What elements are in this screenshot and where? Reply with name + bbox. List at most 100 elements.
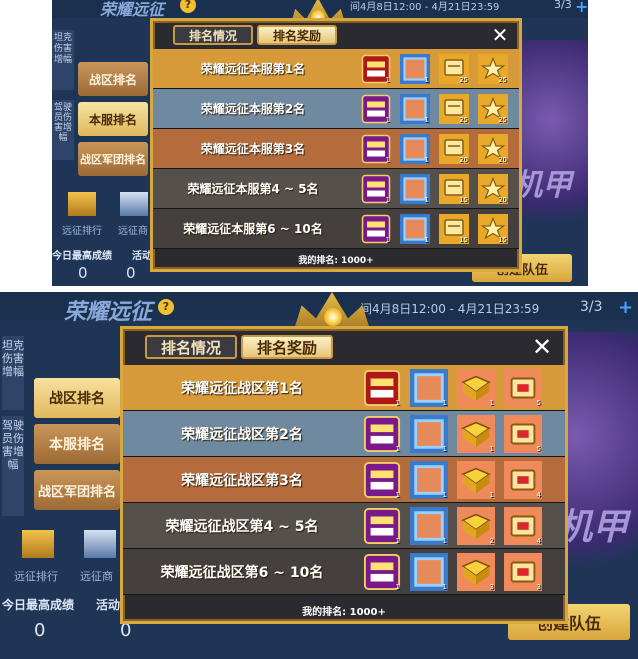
rank-title: 荣耀远征战区第4 ~ 5名 xyxy=(165,518,319,535)
reward-row: 荣耀远征本服第6 ~ 10名 1 1 15 15 xyxy=(153,209,519,249)
reward-count: 1 xyxy=(395,537,400,545)
reward-count: 20 xyxy=(459,156,468,164)
tab-ranking-status[interactable]: 排名情况 xyxy=(173,25,253,45)
reward-count: 25 xyxy=(459,76,468,84)
rank-title: 荣耀远征本服第4 ~ 5名 xyxy=(187,182,319,196)
shop-icon[interactable] xyxy=(84,530,116,558)
book-icon[interactable]: 1 xyxy=(457,415,495,453)
ranking-podium-icon[interactable] xyxy=(68,192,96,216)
mini-label-ranking: 远征排行 xyxy=(62,226,102,237)
reward-items: 1 1 1 5 xyxy=(363,369,542,407)
add-icon[interactable]: + xyxy=(618,297,633,318)
note-icon[interactable]: 15 xyxy=(439,214,469,244)
activity-label: 活动 xyxy=(132,251,152,262)
title-bazhu-icon[interactable]: 1 xyxy=(361,94,391,124)
reward-row: 荣耀远征战区第6 ~ 10名 1 1 3 3 xyxy=(123,549,565,595)
chip-icon[interactable]: 5 xyxy=(504,369,542,407)
reward-count: 5 xyxy=(536,399,541,407)
today-best-value: 0 xyxy=(34,620,46,641)
book-icon[interactable]: 1 xyxy=(457,369,495,407)
my-rank-text: 我的排名: 1000+ xyxy=(302,607,386,618)
reward-count: 1 xyxy=(385,76,390,84)
frame-icon[interactable]: 1 xyxy=(410,461,448,499)
star-icon[interactable]: 20 xyxy=(478,134,508,164)
frame-icon[interactable]: 1 xyxy=(410,369,448,407)
note-icon[interactable]: 15 xyxy=(439,174,469,204)
reward-count: 1 xyxy=(424,196,429,204)
reward-row: 荣耀远征本服第3名 1 1 20 20 xyxy=(153,129,519,169)
frame-icon[interactable]: 1 xyxy=(400,214,430,244)
game-title: 荣耀远征 xyxy=(100,0,165,19)
tab-server-ranking[interactable]: 本服排名 xyxy=(34,424,120,464)
reward-count: 1 xyxy=(395,445,400,453)
driver-damage-buff-label: 驾驶员伤害增幅 xyxy=(2,416,24,516)
reward-items: 1 1 1 5 xyxy=(363,415,542,453)
tab-ranking-rewards[interactable]: 排名奖励 xyxy=(241,335,333,359)
mini-label-shop: 远征商 xyxy=(118,226,148,237)
star-icon[interactable]: 15 xyxy=(478,214,508,244)
title-bazhu-icon[interactable]: 1 xyxy=(361,214,391,244)
tab-ranking-rewards[interactable]: 排名奖励 xyxy=(257,25,337,45)
star-icon[interactable]: 25 xyxy=(478,94,508,124)
title-bazhu-icon[interactable]: 1 xyxy=(361,174,391,204)
page-indicator: 3/3 xyxy=(554,0,572,11)
frame-icon[interactable]: 1 xyxy=(410,507,448,545)
reward-count: 4 xyxy=(536,491,541,499)
title-bazhu-icon[interactable]: 1 xyxy=(363,553,401,591)
tab-zone-legion-ranking[interactable]: 战区军团排名 xyxy=(78,142,148,176)
title-bazhu-icon[interactable]: 1 xyxy=(363,507,401,545)
add-icon[interactable]: + xyxy=(575,0,588,16)
reward-count: 20 xyxy=(498,156,507,164)
star-icon[interactable]: 25 xyxy=(478,54,508,84)
frame-icon[interactable]: 1 xyxy=(400,94,430,124)
title-tianxia-icon[interactable]: 1 xyxy=(363,369,401,407)
title-tianxia-icon[interactable]: 1 xyxy=(361,54,391,84)
reward-count: 1 xyxy=(395,491,400,499)
reward-items: 1 1 15 15 xyxy=(361,214,508,244)
shop-icon[interactable] xyxy=(120,192,148,216)
reward-modal: 排名情况 排名奖励 ✕ 荣耀远征本服第1名 1 1 25 25 荣耀远征本服第2名 1 1 25… xyxy=(150,18,522,272)
book-icon[interactable]: 1 xyxy=(457,461,495,499)
book-icon[interactable]: 2 xyxy=(457,507,495,545)
frame-icon[interactable]: 1 xyxy=(400,54,430,84)
chip-icon[interactable]: 5 xyxy=(504,415,542,453)
tab-server-ranking[interactable]: 本服排名 xyxy=(78,102,148,136)
reward-row: 荣耀远征战区第3名 1 1 1 4 xyxy=(123,457,565,503)
reward-count: 20 xyxy=(498,196,507,204)
tab-zone-ranking[interactable]: 战区排名 xyxy=(78,62,148,96)
reward-count: 15 xyxy=(459,236,468,244)
tab-zone-legion-ranking[interactable]: 战区军团排名 xyxy=(34,470,120,510)
rank-title: 荣耀远征战区第6 ~ 10名 xyxy=(160,564,324,581)
reward-row: 荣耀远征战区第2名 1 1 1 5 xyxy=(123,411,565,457)
frame-icon[interactable]: 1 xyxy=(410,415,448,453)
tank-damage-buff-label: 坦克伤害增幅 xyxy=(2,336,24,410)
today-best-label: 今日最高成绩 xyxy=(52,251,112,262)
help-icon[interactable]: ? xyxy=(158,299,174,315)
tab-zone-ranking[interactable]: 战区排名 xyxy=(34,378,120,418)
ranking-podium-icon[interactable] xyxy=(22,530,54,558)
chip-icon[interactable]: 4 xyxy=(504,461,542,499)
reward-count: 15 xyxy=(498,236,507,244)
activity-label: 活动 xyxy=(96,598,121,612)
book-icon[interactable]: 3 xyxy=(457,553,495,591)
chip-icon[interactable]: 3 xyxy=(504,553,542,591)
reward-count: 1 xyxy=(442,399,447,407)
note-icon[interactable]: 25 xyxy=(439,94,469,124)
title-bazhu-icon[interactable]: 1 xyxy=(361,134,391,164)
tab-ranking-status[interactable]: 排名情况 xyxy=(145,335,237,359)
reward-rows: 荣耀远征本服第1名 1 1 25 25 荣耀远征本服第2名 1 1 25 25 荣耀远征本服第3名 1… xyxy=(153,49,519,249)
close-icon[interactable]: ✕ xyxy=(489,23,511,47)
close-icon[interactable]: ✕ xyxy=(529,333,555,361)
frame-icon[interactable]: 1 xyxy=(400,174,430,204)
title-bazhu-icon[interactable]: 1 xyxy=(363,415,401,453)
reward-row: 荣耀远征本服第4 ~ 5名 1 1 15 20 xyxy=(153,169,519,209)
note-icon[interactable]: 25 xyxy=(439,54,469,84)
reward-count: 1 xyxy=(442,583,447,591)
title-bazhu-icon[interactable]: 1 xyxy=(363,461,401,499)
frame-icon[interactable]: 1 xyxy=(400,134,430,164)
star-icon[interactable]: 20 xyxy=(478,174,508,204)
chip-icon[interactable]: 4 xyxy=(504,507,542,545)
frame-icon[interactable]: 1 xyxy=(410,553,448,591)
reward-count: 1 xyxy=(489,399,494,407)
note-icon[interactable]: 20 xyxy=(439,134,469,164)
